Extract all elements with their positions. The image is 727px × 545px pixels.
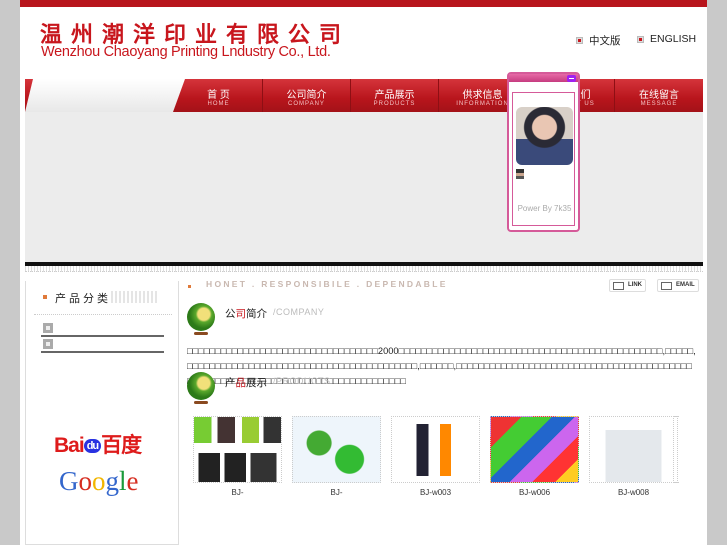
company-section-header: 公司简介 /COMPANY: [185, 303, 324, 339]
product-item[interactable]: BJ-: [292, 416, 381, 497]
agent-avatar-icon[interactable]: [516, 169, 524, 179]
lang-chinese-label: 中文版: [589, 35, 621, 47]
divider: [34, 314, 172, 315]
product-item[interactable]: BJ-w006: [490, 416, 579, 497]
link-label: LINK: [628, 282, 642, 288]
nav-home[interactable]: 首 页 HOME: [175, 79, 263, 112]
product-label: BJ-: [330, 488, 343, 497]
bullet-icon: [43, 323, 53, 333]
lang-english-link[interactable]: ENGLISH: [637, 33, 696, 45]
product-item[interactable]: BJ-: [193, 416, 282, 497]
sidebar-decoration: [111, 291, 159, 303]
title-part: 产: [225, 377, 236, 389]
product-label: BJ-w008: [617, 488, 650, 497]
nav-label: 产品展示: [374, 90, 415, 101]
nav-message[interactable]: 在线留言 MESSAGE: [615, 79, 703, 112]
section-subtitle: /COMPANY: [273, 307, 325, 317]
bullet-icon: [576, 37, 583, 44]
product-image[interactable]: [490, 416, 579, 483]
nav-company[interactable]: 公司简介 COMPANY: [263, 79, 351, 112]
category-item[interactable]: [41, 321, 164, 337]
product-item[interactable]: BJ-w003: [391, 416, 480, 497]
envelope-icon: [661, 282, 672, 290]
title-part: 司: [235, 308, 247, 320]
slogan: HONET . RESPONSIBILE . DEPENDABLE: [206, 279, 448, 289]
product-image[interactable]: [193, 416, 282, 483]
nav-label: 在线留言: [639, 90, 679, 101]
nav-decoration: [25, 79, 185, 112]
sidebar-title: 产品分类: [55, 293, 111, 305]
company-name-en: Wenzhou Chaoyang Printing Lndustry Co., …: [41, 44, 331, 60]
section-title: 产品展示: [225, 375, 267, 390]
baidu-logo[interactable]: Bai du 百度: [54, 429, 142, 459]
title-part: 简介: [246, 308, 267, 320]
nav-label: 首 页: [207, 90, 230, 101]
banner: [25, 112, 703, 262]
product-image[interactable]: [589, 416, 678, 483]
title-part: 品: [235, 377, 247, 389]
nav-sublabel: HOME: [207, 101, 230, 107]
bullet-icon: [43, 339, 53, 349]
powered-by: Power By 7k35: [517, 204, 572, 213]
nav-sublabel: MESSAGE: [640, 101, 678, 107]
link-button[interactable]: LINK: [609, 279, 646, 292]
nav-sublabel: PRODUCTS: [373, 101, 416, 107]
title-part: 展示: [246, 377, 267, 389]
lang-english-label: ENGLISH: [650, 33, 697, 45]
nav-sublabel: COMPANY: [288, 101, 325, 107]
product-item[interactable]: BJ-w008: [589, 416, 678, 497]
product-item-partial[interactable]: [673, 416, 679, 483]
email-button[interactable]: EMAIL: [657, 279, 699, 292]
title-part: 公: [225, 308, 236, 320]
product-list: BJ- BJ- BJ-w003 BJ-w006 BJ-w008: [193, 416, 678, 497]
product-label: BJ-w006: [518, 488, 551, 497]
bullet-icon: [188, 285, 191, 288]
product-image[interactable]: [391, 416, 480, 483]
google-logo[interactable]: Google: [59, 466, 139, 497]
products-section-header: 产品展示 /PRODUCTS: [185, 372, 331, 408]
nav-label: 公司简介: [286, 90, 327, 101]
minimize-icon[interactable]: [567, 75, 576, 82]
top-bar: [20, 0, 707, 7]
product-label: BJ-w003: [419, 488, 452, 497]
page: 温州潮洋印业有限公司 Wenzhou Chaoyang Printing Lnd…: [20, 0, 707, 545]
nav-products[interactable]: 产品展示 PRODUCTS: [351, 79, 439, 112]
bullet-icon: [43, 295, 47, 299]
section-title: 公司简介: [225, 306, 267, 321]
email-label: EMAIL: [676, 282, 695, 288]
divider-dotted: [25, 266, 703, 272]
section-subtitle: /PRODUCTS: [273, 376, 331, 386]
lang-chinese-link[interactable]: 中文版: [576, 33, 621, 48]
category-item[interactable]: [41, 337, 164, 353]
customer-service-photo[interactable]: [516, 107, 573, 165]
product-label: BJ-: [231, 488, 244, 497]
globe-icon: [185, 303, 217, 339]
chat-popup[interactable]: Power By 7k35: [507, 72, 580, 232]
bullet-icon: [637, 35, 644, 43]
sidebar: 产品分类 Bai du 百度 Google: [25, 281, 179, 545]
main-nav: 首 页 HOME 公司简介 COMPANY 产品展示 PRODUCTS 供求信息 INF…: [25, 79, 703, 112]
product-image[interactable]: [292, 416, 381, 483]
globe-icon: [185, 372, 217, 408]
printer-icon: [613, 282, 624, 290]
